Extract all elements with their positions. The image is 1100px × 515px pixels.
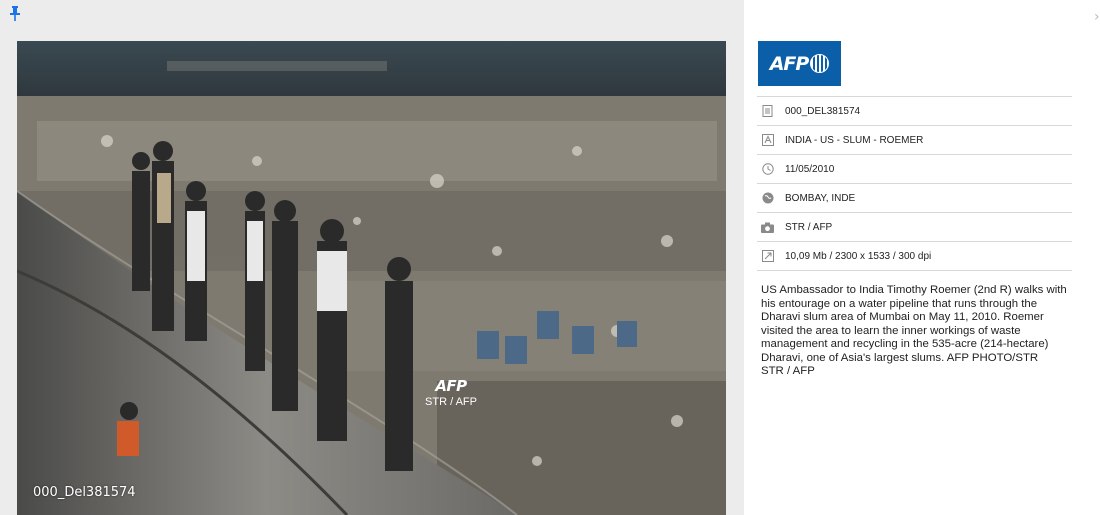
- document-id-icon: [761, 105, 774, 118]
- photo-pane: AFP STR / AFP 000_Del381574: [0, 0, 744, 515]
- photo-id-label: 000_Del381574: [33, 485, 136, 500]
- meta-size-text: 10,09 Mb / 2300 x 1533 / 300 dpi: [785, 250, 932, 262]
- main-photo[interactable]: AFP STR / AFP 000_Del381574: [17, 41, 726, 515]
- pin-icon[interactable]: [9, 6, 23, 22]
- camera-icon: [761, 221, 774, 234]
- afp-logo-text: AFP: [769, 52, 810, 75]
- meta-row-id: 000_DEL381574: [757, 97, 1072, 126]
- meta-location-text: BOMBAY, INDE: [785, 192, 856, 204]
- details-panel: › AFP 000_DEL381574 INDIA - US - SLUM - …: [744, 0, 1100, 515]
- caption-credit: STR / AFP: [761, 365, 815, 377]
- meta-id-text: 000_DEL381574: [785, 105, 861, 117]
- meta-title-text: INDIA - US - SLUM - ROEMER: [785, 134, 924, 146]
- afp-logo: AFP: [758, 41, 841, 86]
- photo-watermark: AFP STR / AFP: [421, 377, 481, 408]
- resize-icon: [761, 250, 774, 263]
- watermark-credit: STR / AFP: [425, 396, 477, 408]
- meta-row-credit: STR / AFP: [757, 213, 1072, 242]
- meta-row-date: 11/05/2010: [757, 155, 1072, 184]
- meta-row-size: 10,09 Mb / 2300 x 1533 / 300 dpi: [757, 242, 1072, 271]
- meta-row-location: BOMBAY, INDE: [757, 184, 1072, 213]
- meta-date-text: 11/05/2010: [785, 163, 835, 175]
- clock-icon: [761, 163, 774, 176]
- watermark-logo: AFP: [435, 377, 467, 395]
- globe-icon: [761, 192, 774, 205]
- title-icon: [761, 134, 774, 147]
- afp-globe-icon: [810, 54, 830, 73]
- chevron-right-icon[interactable]: ›: [1094, 9, 1100, 25]
- photo-caption: US Ambassador to India Timothy Roemer (2…: [761, 284, 1071, 379]
- meta-credit-text: STR / AFP: [785, 221, 833, 233]
- caption-text: US Ambassador to India Timothy Roemer (2…: [761, 284, 1067, 364]
- meta-row-title: INDIA - US - SLUM - ROEMER: [757, 126, 1072, 155]
- metadata-list: 000_DEL381574 INDIA - US - SLUM - ROEMER…: [757, 96, 1072, 271]
